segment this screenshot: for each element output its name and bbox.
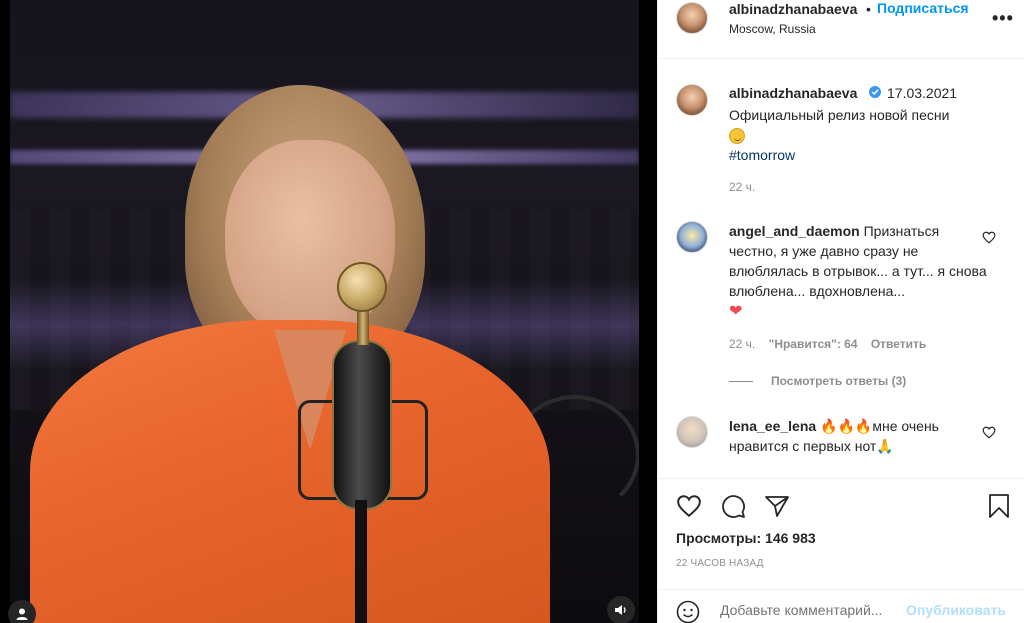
replies-divider — [729, 380, 753, 382]
mute-button[interactable] — [607, 596, 635, 623]
comment-time[interactable]: 22 ч. — [729, 337, 755, 351]
comments-list[interactable]: albinadzhanabaeva 17.03.2021 Официальный… — [658, 60, 1024, 477]
location-link[interactable]: Moscow, Russia — [729, 22, 816, 36]
publish-button[interactable]: Опубликовать — [906, 602, 1006, 618]
user-icon — [16, 608, 28, 620]
follow-button[interactable]: Подписаться — [877, 0, 969, 16]
post-header: albinadzhanabaeva • Подписаться Moscow, … — [658, 0, 1024, 59]
emoji-icon — [676, 600, 700, 623]
microphone-head — [337, 262, 387, 312]
pray-emoji: 🙏 — [876, 438, 894, 454]
heart-icon — [982, 231, 996, 244]
share-button[interactable] — [762, 491, 792, 521]
views-count[interactable]: Просмотры: 146 983 — [676, 530, 816, 546]
post-timestamp[interactable]: 22 ЧАСОВ НАЗАД — [676, 558, 764, 569]
more-options-button[interactable]: ••• — [992, 8, 1014, 29]
share-icon — [765, 496, 789, 517]
fire-emoji: 🔥🔥🔥 — [820, 418, 873, 434]
caption-time[interactable]: 22 ч. — [729, 180, 755, 194]
smile-emoji — [729, 128, 745, 145]
avatar[interactable] — [676, 84, 708, 116]
view-replies-button[interactable]: Посмотреть ответы (3) — [729, 374, 906, 388]
volume-icon — [615, 605, 626, 615]
more-icon: ••• — [992, 8, 1014, 28]
video-player[interactable] — [0, 0, 657, 623]
heart-icon — [982, 426, 996, 439]
hashtag-link[interactable]: #tomorrow — [729, 147, 795, 163]
like-comment-button[interactable] — [982, 426, 996, 444]
comment-body: lena_ee_lena 🔥🔥🔥мне очень нравится с пер… — [729, 416, 987, 456]
avatar[interactable] — [676, 416, 708, 448]
comment-username[interactable]: lena_ee_lena — [729, 418, 816, 434]
post-actions: Просмотры: 146 983 22 ЧАСОВ НАЗАД Опубли… — [658, 478, 1024, 623]
like-comment-button[interactable] — [982, 231, 996, 249]
author-username[interactable]: albinadzhanabaeva — [729, 1, 857, 17]
reply-button[interactable]: Ответить — [871, 337, 926, 351]
emoji-picker-button[interactable] — [676, 600, 700, 623]
mic-stand — [355, 500, 367, 623]
tagged-users-button[interactable] — [8, 600, 36, 623]
post-sidebar: albinadzhanabaeva • Подписаться Moscow, … — [657, 0, 1024, 623]
comment-body: angel_and_daemon Признаться честно, я уж… — [729, 221, 987, 321]
separator-dot: • — [866, 1, 871, 17]
comment-button[interactable] — [718, 491, 748, 521]
save-button[interactable] — [984, 491, 1014, 521]
comment-meta: 22 ч. "Нравится": 64 Ответить — [729, 337, 936, 351]
caption-username[interactable]: albinadzhanabaeva — [729, 85, 857, 101]
add-comment-bar: Опубликовать — [658, 589, 1024, 623]
video-frame — [10, 0, 639, 623]
microphone-body — [332, 340, 392, 510]
comment-likes[interactable]: "Нравится": 64 — [769, 337, 858, 351]
like-button[interactable] — [674, 491, 704, 521]
comment-username[interactable]: angel_and_daemon — [729, 223, 860, 239]
comment-input[interactable] — [720, 602, 900, 618]
caption-date: 17.03.2021 — [887, 85, 958, 101]
caption-body: Официальный релиз новой песни — [729, 107, 950, 123]
avatar[interactable] — [676, 221, 708, 253]
bookmark-icon — [989, 494, 1009, 518]
heart-emoji: ❤ — [729, 303, 743, 320]
caption-text: Официальный релиз новой песни #tomorrow — [729, 105, 1009, 165]
comment-icon — [722, 495, 745, 518]
view-replies-label: Посмотреть ответы (3) — [771, 374, 907, 388]
avatar[interactable] — [676, 2, 708, 34]
heart-icon — [677, 495, 701, 518]
verified-icon — [869, 86, 881, 98]
